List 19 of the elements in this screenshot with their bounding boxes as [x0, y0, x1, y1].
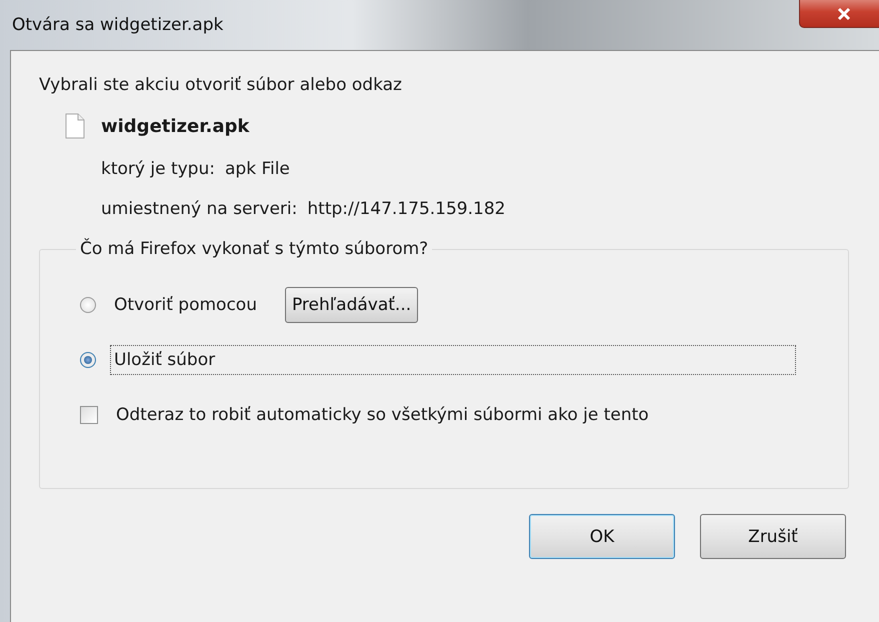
detail-label: ktorý je typu: — [101, 158, 215, 181]
detail-value: http://147.175.159.182 — [307, 198, 506, 221]
checkbox[interactable] — [80, 406, 98, 424]
dialog-button[interactable]: OK — [529, 514, 675, 559]
window-title: Otvára sa widgetizer.apk — [12, 15, 224, 35]
close-icon — [836, 7, 852, 21]
option-label[interactable]: Otvoriť pomocou — [110, 290, 261, 320]
dialog-button[interactable]: Zrušiť — [700, 514, 846, 559]
radio-button[interactable] — [80, 352, 96, 368]
option-label[interactable]: Uložiť súbor — [110, 344, 796, 374]
detail-label: umiestnený na serveri: — [101, 198, 298, 221]
radio-button[interactable] — [80, 296, 96, 312]
intro-text: Vybrali ste akciu otvoriť súbor alebo odkaz — [39, 75, 403, 95]
file-icon — [65, 113, 85, 139]
checkbox-label[interactable]: Odteraz to robiť automaticky so všetkými súbormi ako je tento — [112, 400, 653, 430]
detail-value: apk File — [224, 158, 290, 181]
browse-button[interactable]: Prehľadávať... — [284, 286, 418, 322]
file-name: widgetizer.apk — [101, 116, 250, 136]
group-legend: Čo má Firefox vykonať s týmto súborom? — [76, 239, 432, 259]
